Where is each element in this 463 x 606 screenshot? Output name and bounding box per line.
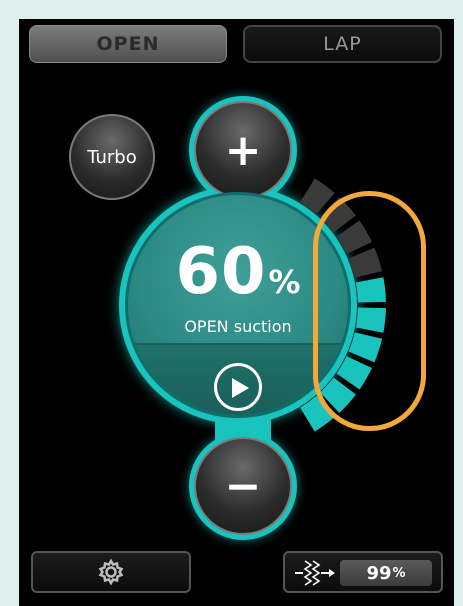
minus-icon: − xyxy=(224,460,262,512)
flow-value: 99% xyxy=(340,560,432,586)
flow-value-number: 99 xyxy=(366,562,392,584)
play-button[interactable] xyxy=(214,363,262,411)
increase-button[interactable]: + xyxy=(194,101,292,199)
highlight-annotation xyxy=(313,191,426,431)
tab-open-label: OPEN xyxy=(96,33,160,55)
gear-icon xyxy=(98,558,124,586)
settings-button[interactable] xyxy=(31,551,191,593)
suction-value-number: 60 xyxy=(175,235,267,309)
tab-open[interactable]: OPEN xyxy=(29,25,227,63)
flow-indicator[interactable]: 99% xyxy=(283,551,443,593)
flow-sensor-icon xyxy=(295,560,335,586)
play-icon xyxy=(232,378,249,398)
plus-icon: + xyxy=(224,124,262,176)
flow-value-unit: % xyxy=(392,565,406,581)
turbo-label: Turbo xyxy=(87,146,137,168)
tab-lap-label: LAP xyxy=(323,33,362,55)
decrease-button[interactable]: − xyxy=(194,437,292,535)
turbo-button[interactable]: Turbo xyxy=(69,114,155,200)
suction-value-unit: % xyxy=(268,263,301,301)
tab-lap[interactable]: LAP xyxy=(243,25,442,63)
